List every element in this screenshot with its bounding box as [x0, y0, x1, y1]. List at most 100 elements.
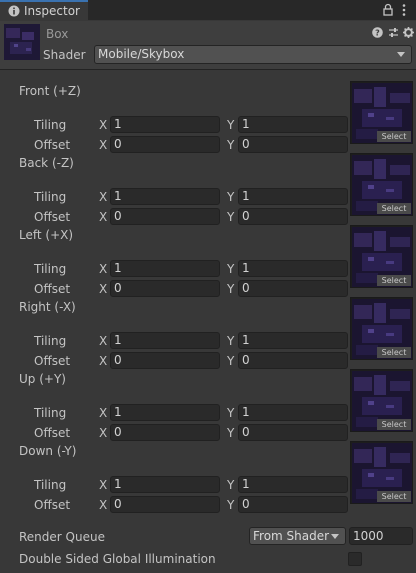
texture-slot[interactable]: Select [350, 297, 413, 360]
tiling-x-axis-label: X [99, 262, 108, 276]
material-preview-thumbnail [4, 24, 40, 60]
offset-y-field[interactable]: 0 [238, 424, 348, 441]
tiling-x-field[interactable]: 1 [110, 332, 220, 349]
chevron-down-icon [397, 52, 405, 57]
offset-y-field[interactable]: 0 [238, 136, 348, 153]
kebab-menu-icon[interactable] [397, 3, 411, 17]
tiling-y-value: 1 [242, 117, 250, 131]
material-header: Box Shader Mobile/Skybox ? [0, 21, 416, 70]
tiling-label: Tiling [34, 118, 67, 132]
offset-x-axis-label: X [99, 282, 108, 296]
offset-label: Offset [34, 210, 71, 224]
tiling-y-field[interactable]: 1 [238, 476, 348, 493]
tiling-y-value: 1 [242, 477, 250, 491]
offset-y-value: 0 [242, 281, 250, 295]
tiling-x-axis-label: X [99, 478, 108, 492]
inspector-tab-bar: Inspector [0, 0, 416, 21]
tiling-label: Tiling [34, 190, 67, 204]
offset-y-axis-label: Y [227, 138, 235, 152]
texture-select-button[interactable]: Select [377, 347, 411, 358]
tiling-x-field[interactable]: 1 [110, 188, 220, 205]
offset-x-axis-label: X [99, 498, 108, 512]
tiling-x-field[interactable]: 1 [110, 116, 220, 133]
tiling-y-value: 1 [242, 261, 250, 275]
tiling-y-axis-label: Y [227, 478, 235, 492]
offset-x-axis-label: X [99, 138, 108, 152]
offset-x-field[interactable]: 0 [110, 136, 220, 153]
tiling-y-field[interactable]: 1 [238, 116, 348, 133]
offset-y-field[interactable]: 0 [238, 352, 348, 369]
offset-x-axis-label: X [99, 426, 108, 440]
material-name: Box [46, 27, 69, 41]
texture-select-button[interactable]: Select [377, 491, 411, 502]
offset-label: Offset [34, 426, 71, 440]
help-icon[interactable]: ? [372, 27, 383, 38]
preset-sliders-icon[interactable] [388, 27, 399, 38]
tiling-y-value: 1 [242, 405, 250, 419]
offset-label: Offset [34, 282, 71, 296]
texture-slot[interactable]: Select [350, 81, 413, 144]
offset-y-value: 0 [242, 497, 250, 511]
tiling-x-value: 1 [114, 261, 122, 275]
tiling-label: Tiling [34, 406, 67, 420]
tiling-y-axis-label: Y [227, 406, 235, 420]
texture-section-title: Front (+Z) [19, 84, 81, 98]
tiling-y-field[interactable]: 1 [238, 332, 348, 349]
tiling-x-axis-label: X [99, 334, 108, 348]
tiling-x-field[interactable]: 1 [110, 476, 220, 493]
texture-select-button[interactable]: Select [377, 275, 411, 286]
tiling-x-value: 1 [114, 405, 122, 419]
texture-section-title: Right (-X) [19, 300, 76, 314]
tiling-y-value: 1 [242, 189, 250, 203]
tiling-x-value: 1 [114, 477, 122, 491]
offset-x-value: 0 [114, 281, 122, 295]
lock-icon[interactable] [381, 3, 395, 17]
offset-x-field[interactable]: 0 [110, 280, 220, 297]
tiling-x-axis-label: X [99, 190, 108, 204]
offset-y-value: 0 [242, 137, 250, 151]
tiling-y-field[interactable]: 1 [238, 188, 348, 205]
render-queue-label: Render Queue [19, 530, 105, 544]
texture-select-button[interactable]: Select [377, 419, 411, 430]
texture-slot[interactable]: Select [350, 225, 413, 288]
tiling-y-field[interactable]: 1 [238, 404, 348, 421]
offset-label: Offset [34, 354, 71, 368]
gear-icon[interactable] [403, 27, 414, 38]
offset-y-field[interactable]: 0 [238, 280, 348, 297]
render-queue-dropdown[interactable]: From Shader [249, 527, 346, 545]
offset-y-axis-label: Y [227, 498, 235, 512]
double-sided-gi-checkbox[interactable] [348, 552, 362, 566]
tiling-x-value: 1 [114, 333, 122, 347]
tiling-x-value: 1 [114, 117, 122, 131]
offset-y-field[interactable]: 0 [238, 208, 348, 225]
texture-slot[interactable]: Select [350, 369, 413, 432]
render-queue-mode: From Shader [253, 529, 330, 543]
tiling-label: Tiling [34, 334, 67, 348]
tiling-y-value: 1 [242, 333, 250, 347]
tiling-x-field[interactable]: 1 [110, 404, 220, 421]
tiling-x-field[interactable]: 1 [110, 260, 220, 277]
offset-x-field[interactable]: 0 [110, 208, 220, 225]
texture-slot[interactable]: Select [350, 441, 413, 504]
tab-inspector[interactable]: Inspector [0, 0, 88, 21]
offset-x-value: 0 [114, 353, 122, 367]
offset-x-field[interactable]: 0 [110, 424, 220, 441]
shader-dropdown[interactable]: Mobile/Skybox [94, 45, 412, 64]
shader-dropdown-value: Mobile/Skybox [98, 47, 185, 61]
tiling-y-field[interactable]: 1 [238, 260, 348, 277]
tiling-y-axis-label: Y [227, 334, 235, 348]
offset-y-field[interactable]: 0 [238, 496, 348, 513]
offset-x-field[interactable]: 0 [110, 496, 220, 513]
offset-y-value: 0 [242, 353, 250, 367]
offset-x-axis-label: X [99, 354, 108, 368]
tiling-label: Tiling [34, 478, 67, 492]
texture-select-button[interactable]: Select [377, 203, 411, 214]
offset-x-value: 0 [114, 209, 122, 223]
texture-slot[interactable]: Select [350, 153, 413, 216]
offset-x-field[interactable]: 0 [110, 352, 220, 369]
texture-select-button[interactable]: Select [377, 131, 411, 142]
offset-x-axis-label: X [99, 210, 108, 224]
render-queue-value-field[interactable]: 1000 [349, 527, 413, 545]
render-queue-value: 1000 [353, 529, 384, 543]
tiling-y-axis-label: Y [227, 262, 235, 276]
